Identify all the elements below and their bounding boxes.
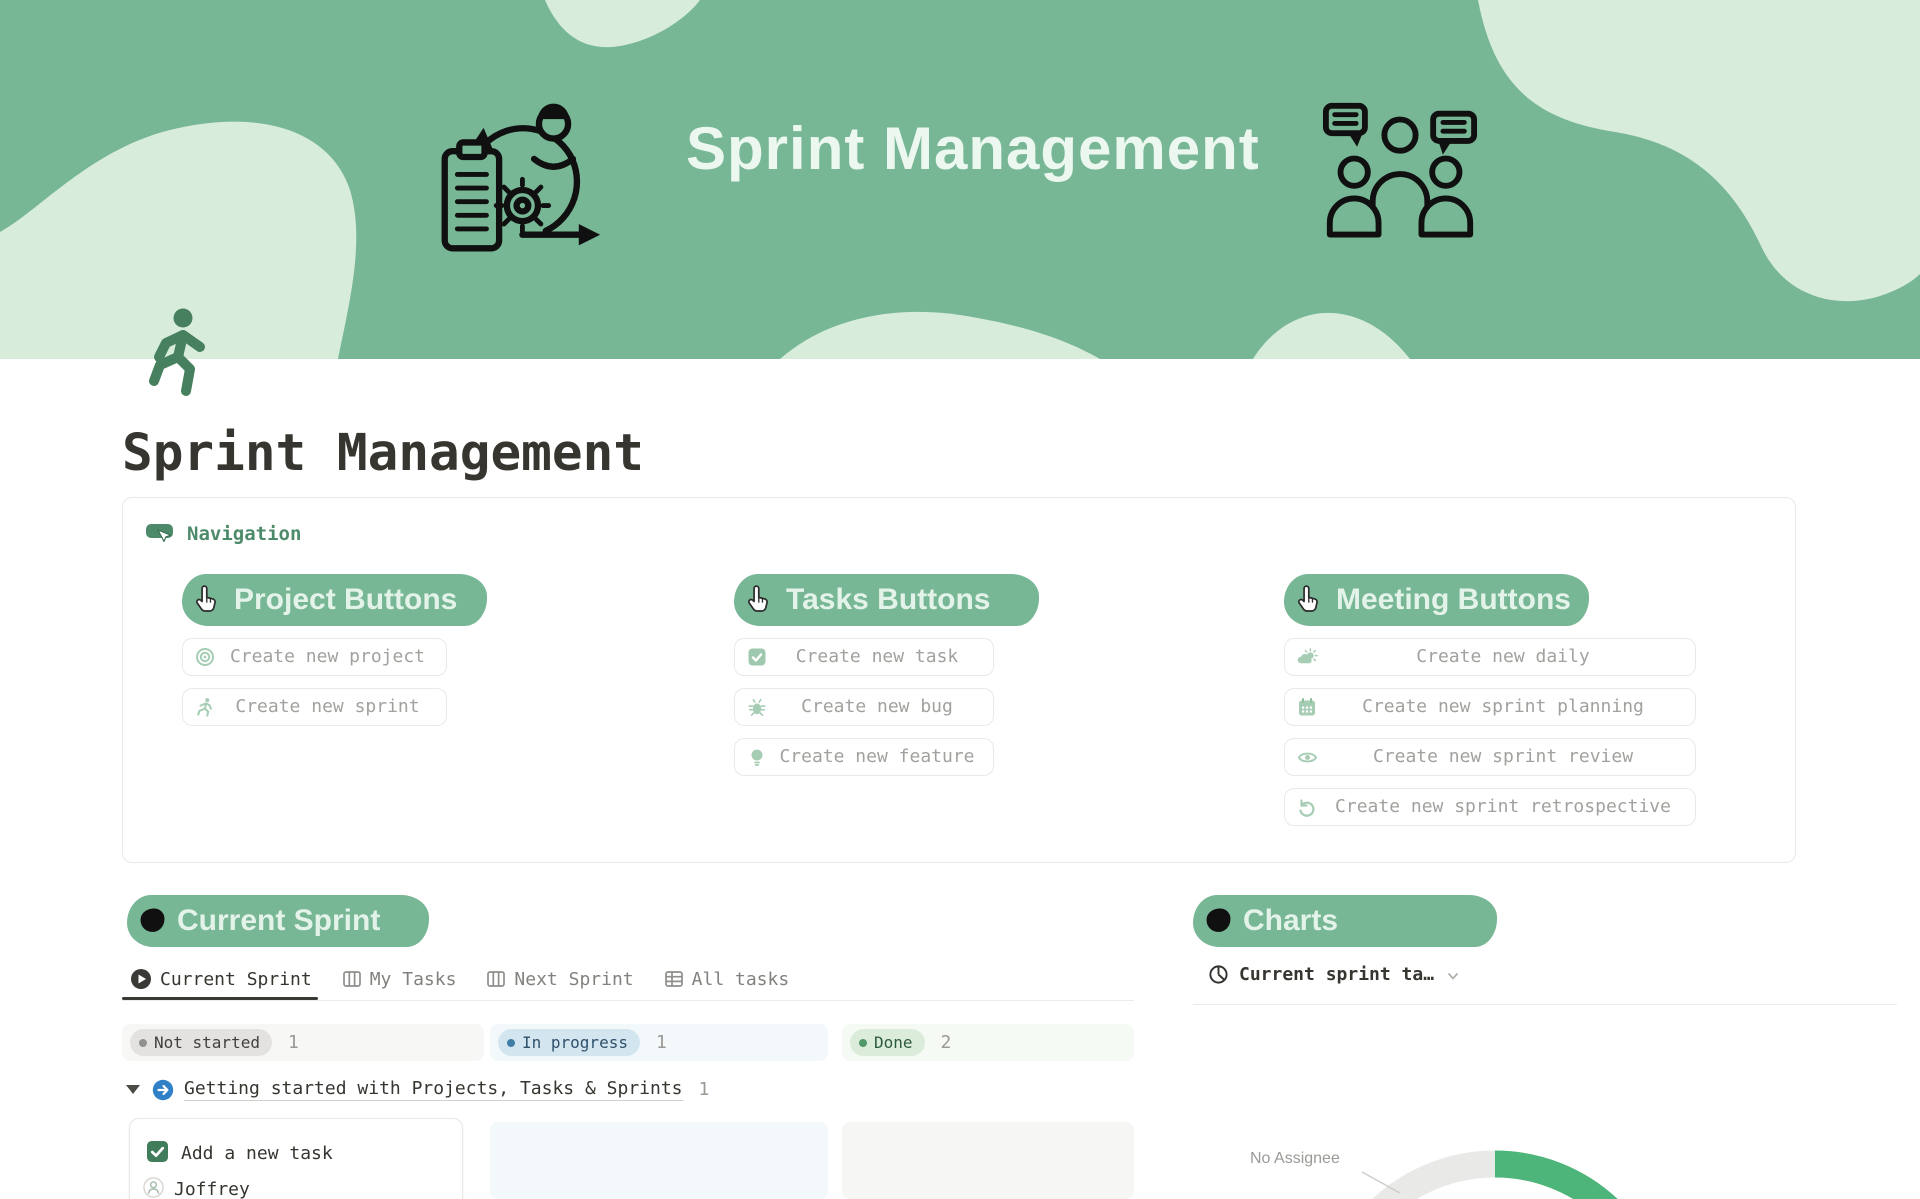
- status-chip-done[interactable]: Done: [850, 1029, 925, 1056]
- assignee-avatar-icon: [143, 1177, 164, 1198]
- group-title: Tasks Buttons: [786, 583, 990, 617]
- column-done: Done 2: [842, 1024, 1134, 1061]
- calendar-icon: [1297, 697, 1317, 717]
- chevron-down-icon: [1446, 969, 1460, 983]
- task-assignee: Joffrey: [174, 1179, 250, 1199]
- project-buttons-pill[interactable]: Project Buttons: [182, 574, 487, 626]
- sprint-agile-icon: [435, 88, 605, 260]
- current-sprint-pill[interactable]: Current Sprint: [127, 895, 429, 947]
- black-blob-icon: [139, 907, 166, 934]
- table-icon: [664, 969, 684, 989]
- create-new-bug-button[interactable]: Create new bug: [734, 688, 994, 726]
- meeting-icon: [1322, 98, 1478, 258]
- done-column-area: [842, 1122, 1134, 1199]
- page-cover-banner: Sprint Management: [0, 0, 1920, 359]
- navigation-card: Navigation Project Buttons Create new pr…: [122, 497, 1796, 863]
- undo-icon: [1297, 797, 1317, 817]
- black-blob-icon: [1205, 907, 1232, 934]
- meeting-buttons-group: Meeting Buttons Create new daily: [1284, 574, 1696, 826]
- banner-title: Sprint Management: [686, 114, 1260, 183]
- status-dot: [859, 1039, 867, 1047]
- checkbox-icon: [747, 647, 767, 667]
- checked-checkbox-icon[interactable]: [147, 1141, 168, 1162]
- sprint-group-row: Getting started with Projects, Tasks & S…: [126, 1078, 709, 1101]
- hand-pointer-icon: [1291, 583, 1325, 617]
- runner-icon: [195, 697, 215, 717]
- status-dot: [139, 1039, 147, 1047]
- board-view-tabs: Current Sprint My Tasks Next Sprint All …: [130, 968, 789, 990]
- hand-pointer-icon: [189, 583, 223, 617]
- lightbulb-icon: [747, 747, 767, 767]
- section-title: Charts: [1243, 904, 1338, 938]
- page-icon-runner[interactable]: [146, 306, 214, 400]
- pie-chart-icon: [1208, 964, 1229, 985]
- navigation-label: Navigation: [187, 523, 301, 545]
- tabs-divider: [122, 1000, 1134, 1001]
- hand-pointer-icon: [741, 583, 775, 617]
- create-new-sprint-planning-button[interactable]: Create new sprint planning: [1284, 688, 1696, 726]
- status-chip-in-progress[interactable]: In progress: [498, 1029, 640, 1056]
- board-icon: [486, 969, 506, 989]
- board-icon: [342, 969, 362, 989]
- group-title: Meeting Buttons: [1336, 583, 1571, 617]
- donut-label-no-assignee: No Assignee: [1250, 1150, 1340, 1168]
- create-new-daily-button[interactable]: Create new daily: [1284, 638, 1696, 676]
- sprint-group-count: 1: [699, 1079, 710, 1100]
- section-title: Current Sprint: [177, 904, 380, 938]
- tab-next-sprint[interactable]: Next Sprint: [486, 969, 633, 990]
- tab-my-tasks[interactable]: My Tasks: [342, 969, 457, 990]
- arrow-circle-icon: [152, 1079, 174, 1101]
- create-new-project-button[interactable]: Create new project: [182, 638, 447, 676]
- create-new-sprint-review-button[interactable]: Create new sprint review: [1284, 738, 1696, 776]
- target-icon: [195, 647, 215, 667]
- page-title: Sprint Management: [122, 424, 644, 483]
- chart-view-tab[interactable]: Current sprint ta…: [1208, 964, 1460, 985]
- task-title: Add a new task: [181, 1143, 333, 1164]
- tab-all-tasks[interactable]: All tasks: [664, 969, 790, 990]
- tasks-buttons-pill[interactable]: Tasks Buttons: [734, 574, 1039, 626]
- meeting-buttons-pill[interactable]: Meeting Buttons: [1284, 574, 1589, 626]
- navigation-header: Navigation: [145, 522, 301, 546]
- column-in-progress: In progress 1: [490, 1024, 828, 1061]
- sprint-management-page: Sprint Management Sprint Management: [0, 0, 1920, 1199]
- button-cursor-icon: [145, 522, 175, 546]
- column-count: 2: [941, 1032, 952, 1053]
- create-new-feature-button[interactable]: Create new feature: [734, 738, 994, 776]
- tasks-buttons-group: Tasks Buttons Create new task Create new…: [734, 574, 1039, 776]
- task-card[interactable]: Add a new task Joffrey: [129, 1118, 463, 1199]
- create-new-task-button[interactable]: Create new task: [734, 638, 994, 676]
- play-circle-icon: [130, 968, 152, 990]
- status-dot: [507, 1039, 515, 1047]
- project-buttons-group: Project Buttons Create new project Creat…: [182, 574, 487, 726]
- sun-cloud-icon: [1297, 647, 1318, 668]
- column-count: 1: [656, 1032, 667, 1053]
- in-progress-column-area: [490, 1122, 828, 1199]
- column-not-started: Not started 1: [122, 1024, 484, 1061]
- column-count: 1: [288, 1032, 299, 1053]
- create-new-sprint-button[interactable]: Create new sprint: [182, 688, 447, 726]
- eye-icon: [1297, 747, 1318, 768]
- create-new-sprint-retrospective-button[interactable]: Create new sprint retrospective: [1284, 788, 1696, 826]
- charts-pill[interactable]: Charts: [1193, 895, 1497, 947]
- collapse-triangle-icon[interactable]: [126, 1085, 140, 1094]
- status-chip-not-started[interactable]: Not started: [130, 1029, 272, 1056]
- sprint-group-link[interactable]: Getting started with Projects, Tasks & S…: [184, 1078, 683, 1101]
- group-title: Project Buttons: [234, 583, 457, 617]
- bug-icon: [747, 697, 767, 717]
- tab-current-sprint[interactable]: Current Sprint: [130, 968, 312, 990]
- charts-divider: [1193, 1004, 1897, 1005]
